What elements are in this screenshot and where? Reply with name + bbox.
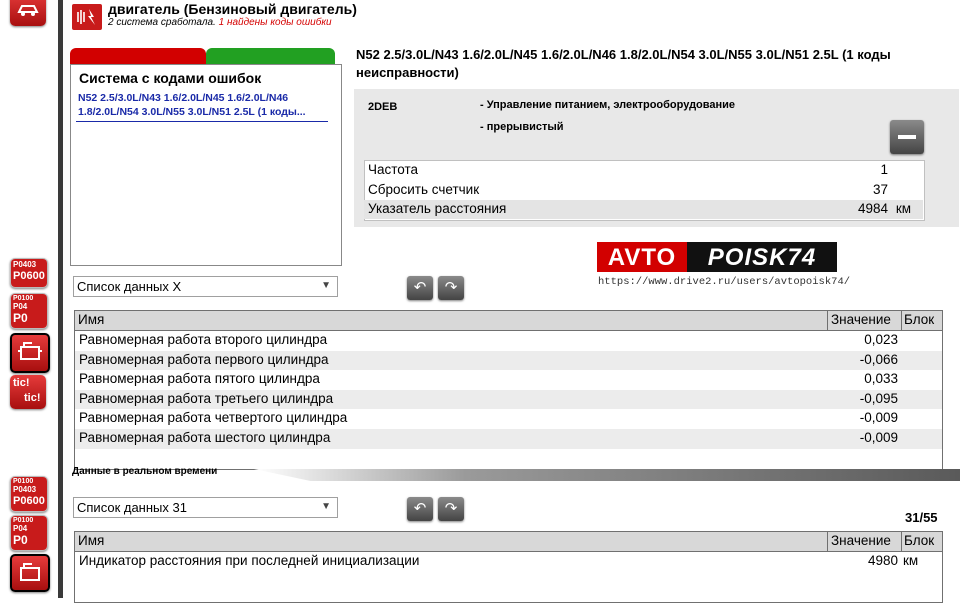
actuator-test-icon[interactable]: tic! tic! [10,375,46,409]
table-row[interactable]: Равномерная работа третьего цилиндра -0,0… [75,389,942,410]
page-title: двигатель (Бензиновый двигатель) [108,1,357,17]
car-icon[interactable] [10,0,46,26]
table-row[interactable]: Равномерная работа второго цилиндра 0,023 [75,331,942,351]
table-header: Имя Значение Блок [75,311,942,331]
toolbar-divider [58,0,63,598]
forward-arrow-icon[interactable]: ↷ [438,497,464,521]
page-subtitle: 2 система сработала. 1 найдены коды ошиб… [108,17,332,28]
engine-data-icon[interactable] [10,333,50,373]
table-row[interactable]: Равномерная работа шестого цилиндра -0,00… [75,429,942,449]
fault-type: - прерывистый [480,121,564,133]
column-unit: Блок [904,312,935,327]
clear-codes-icon-2[interactable]: P0100 P04 P0 [10,515,48,551]
column-value: Значение [831,312,891,327]
freeze-frame-row: Сбросить счетчик 37 [368,182,888,197]
fault-codes-icon-2[interactable]: P0100 P0403 P0600 [10,476,48,512]
fault-description: - Управление питанием, электрооборудован… [480,99,736,111]
watermark-url: https://www.drive2.ru/users/avtopoisk74/ [598,276,851,288]
data-list-dropdown[interactable]: Список данных X ▼ [73,276,338,297]
table-row[interactable]: Равномерная работа четвертого цилиндра -0… [75,409,942,429]
forward-arrow-icon[interactable]: ↷ [438,276,464,300]
systems-panel-title: Система с кодами ошибок [79,70,262,86]
watermark-logo-black: POISK74 [687,242,837,272]
back-arrow-icon[interactable]: ↶ [407,276,433,300]
column-name: Имя [78,533,105,548]
back-arrow-icon[interactable]: ↶ [407,497,433,521]
codes-found-text: 1 найдены коды ошибки [218,17,332,28]
collapse-button[interactable] [890,120,924,154]
engine-data-icon-2[interactable] [10,554,50,592]
data-list-dropdown-2[interactable]: Список данных 31 ▼ [73,497,338,518]
data-table: Имя Значение Блок Равномерная работа вто… [74,310,943,470]
systems-triggered-text: 2 система сработала. [108,17,216,28]
clear-codes-icon[interactable]: P0100 P04 P0 [10,293,48,329]
fault-codes-icon[interactable]: P0403 P0600 [10,258,48,288]
chevron-down-icon: ▼ [321,280,331,291]
table-header: Имя Значение Блок [75,532,942,552]
fault-code: 2DEB [368,101,398,113]
ok-systems-tab[interactable] [206,48,335,64]
column-unit: Блок [904,533,935,548]
column-value: Значение [831,533,891,548]
chevron-down-icon: ▼ [321,501,331,512]
section-divider [254,469,960,481]
engine-warning-icon [72,4,102,30]
data-table-2: Имя Значение Блок Индикатор расстояния п… [74,531,943,603]
freeze-frame-row: Указатель расстояния 4984 км [364,200,923,219]
faults-tab[interactable] [70,48,206,64]
column-name: Имя [78,312,105,327]
page-counter: 31/55 [905,510,938,525]
fault-system-title: N52 2.5/3.0L/N43 1.6/2.0L/N45 1.6/2.0L/N… [356,47,891,80]
table-row[interactable]: Равномерная работа первого цилиндра -0,06… [75,350,942,371]
system-list-item[interactable]: N52 2.5/3.0L/N43 1.6/2.0L/N45 1.6/2.0L/N… [76,90,328,122]
watermark-logo-red: AVTO [597,242,687,272]
table-row[interactable]: Равномерная работа пятого цилиндра 0,033 [75,370,942,390]
freeze-frame-row: Частота 1 [368,162,888,177]
table-row[interactable]: Индикатор расстояния при последней иници… [75,552,942,572]
realtime-label: Данные в реальном времени [72,466,218,477]
